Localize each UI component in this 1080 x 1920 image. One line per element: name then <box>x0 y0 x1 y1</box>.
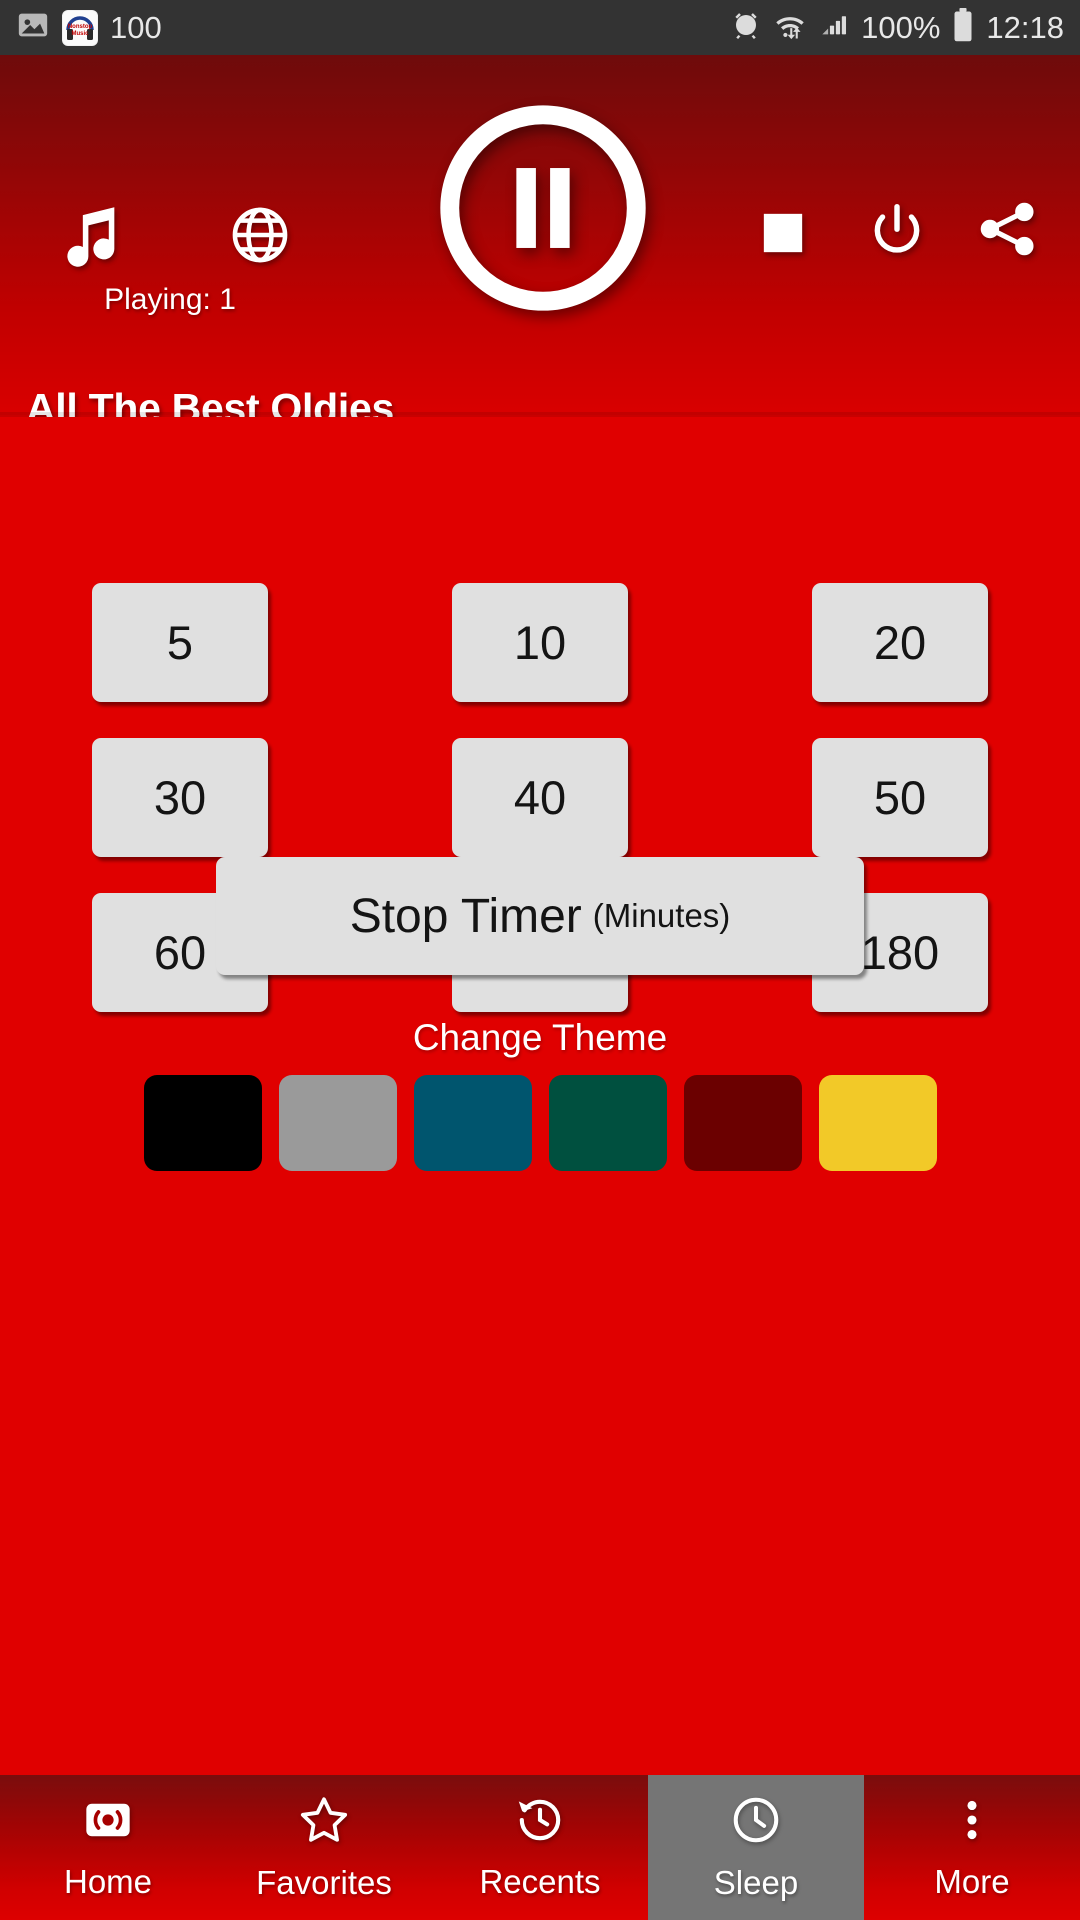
timer-button-50[interactable]: 50 <box>812 738 988 857</box>
nav-item-home[interactable]: Home <box>0 1775 216 1920</box>
nav-item-recents[interactable]: Recents <box>432 1775 648 1920</box>
svg-text:Music: Music <box>71 31 89 37</box>
stop-timer-sub-label: (Minutes) <box>592 897 731 934</box>
alarm-icon <box>731 10 761 45</box>
nav-label-recents: Recents <box>479 1863 601 1900</box>
history-clock-icon <box>514 1794 566 1851</box>
sleep-timer-panel: 5 10 20 30 40 50 60 120 180 Stop Timer (… <box>0 417 1080 1775</box>
nav-label-favorites: Favorites <box>256 1864 392 1901</box>
signal-icon <box>819 11 849 44</box>
theme-swatch-yellow[interactable] <box>818 1075 937 1171</box>
nav-item-favorites[interactable]: Favorites <box>216 1775 432 1920</box>
music-note-icon[interactable] <box>55 200 127 275</box>
status-bar-left: Nonstop Music 100 <box>16 8 162 47</box>
clock-icon <box>729 1793 783 1852</box>
nav-label-home: Home <box>63 1863 153 1900</box>
stop-timer-button[interactable]: Stop Timer (Minutes) <box>216 857 864 975</box>
timer-button-30[interactable]: 30 <box>92 738 268 857</box>
timer-button-5[interactable]: 5 <box>92 583 268 702</box>
overflow-dots-icon <box>946 1794 998 1851</box>
stop-timer-main-label: Stop Timer <box>349 889 582 943</box>
theme-swatch-row <box>0 1075 1080 1171</box>
svg-text:Nonstop: Nonstop <box>68 24 93 30</box>
stop-timer-row: Stop Timer (Minutes) <box>0 857 1080 975</box>
status-bar-right: 100% 12:18 <box>731 8 1064 47</box>
star-icon <box>297 1793 351 1852</box>
nav-label-more: More <box>934 1863 1010 1900</box>
globe-icon[interactable] <box>228 203 292 272</box>
battery-percent-label: 100% <box>861 9 941 45</box>
bottom-navigation-bar: Home Favorites Recents Sleep More <box>0 1775 1080 1920</box>
broadcast-icon <box>82 1794 134 1851</box>
playing-status-label: Playing: 1 <box>104 283 236 316</box>
nav-item-sleep[interactable]: Sleep <box>648 1775 864 1920</box>
wifi-icon <box>773 10 807 45</box>
stop-square-icon[interactable] <box>760 210 806 261</box>
player-header: Playing: 1 All The Best Oldies <box>0 55 1080 431</box>
pause-circle-icon[interactable] <box>432 97 654 319</box>
battery-icon <box>952 8 974 47</box>
app-notification-icon: Nonstop Music <box>62 9 98 46</box>
theme-swatch-blue[interactable] <box>413 1075 532 1171</box>
theme-swatch-dark-red[interactable] <box>683 1075 802 1171</box>
nav-label-sleep: Sleep <box>713 1864 799 1901</box>
theme-swatch-green[interactable] <box>548 1075 667 1171</box>
status-bar: Nonstop Music 100 100% 12:18 <box>0 0 1080 55</box>
timer-button-40[interactable]: 40 <box>452 738 628 857</box>
change-theme-label: Change Theme <box>412 1017 668 1058</box>
image-icon <box>16 8 50 47</box>
share-icon[interactable] <box>975 197 1039 266</box>
theme-swatch-gray[interactable] <box>278 1075 397 1171</box>
theme-swatch-black[interactable] <box>143 1075 262 1171</box>
nav-item-more[interactable]: More <box>864 1775 1080 1920</box>
app-root: Nonstop Music 100 100% 12:18 Playing: 1 … <box>0 0 1080 1920</box>
power-icon[interactable] <box>866 200 928 267</box>
notification-count: 100 <box>110 9 162 45</box>
clock-time: 12:18 <box>986 9 1064 45</box>
timer-button-20[interactable]: 20 <box>812 583 988 702</box>
timer-button-10[interactable]: 10 <box>452 583 628 702</box>
